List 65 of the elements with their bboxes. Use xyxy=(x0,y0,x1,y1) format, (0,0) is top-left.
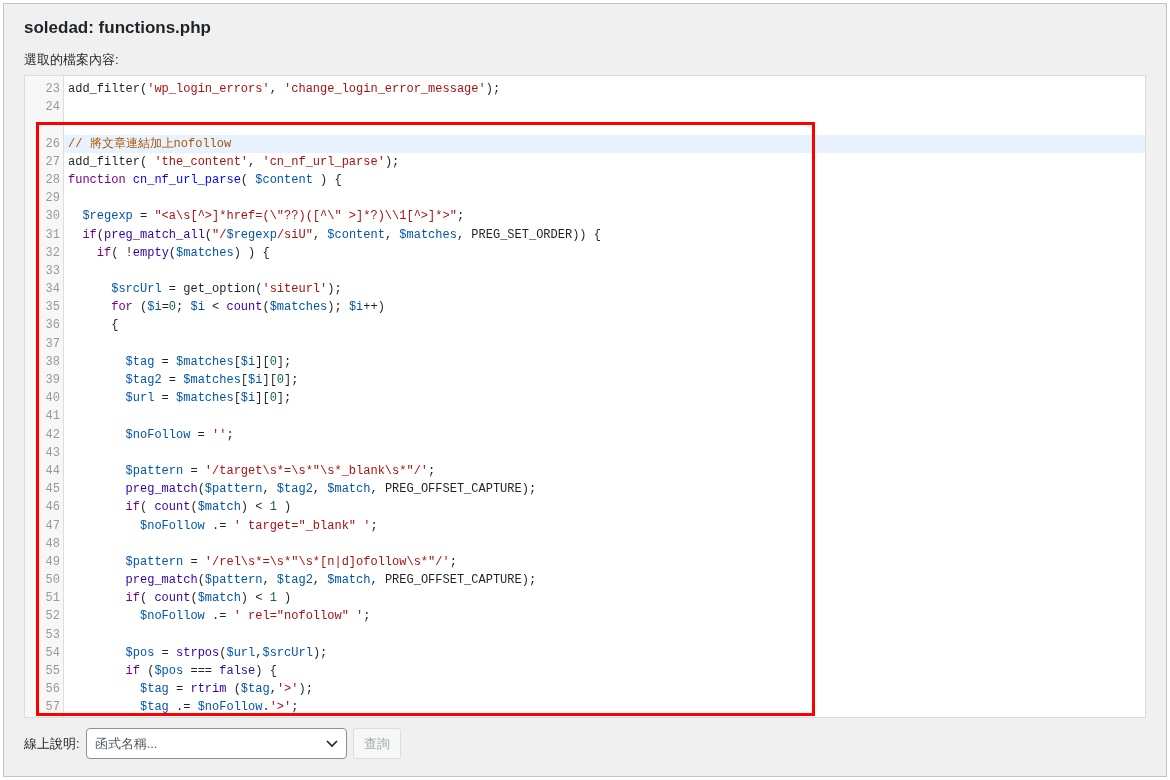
line-number: 57 xyxy=(44,699,61,717)
line-number: 24 xyxy=(44,99,61,117)
line-number: 40 xyxy=(44,390,61,408)
line-number: 46 xyxy=(44,499,61,517)
code-line: $tag = $matches[$i][0]; xyxy=(124,353,293,371)
code-line: $pattern = '/target\s*=\s*"\s*_blank\s*"/'; xyxy=(124,462,437,480)
line-number: 32 xyxy=(44,244,61,262)
code-line: $srcUrl = get_option('siteurl'); xyxy=(110,281,343,299)
line-number: 44 xyxy=(44,462,61,480)
code-line: add_filter( 'the_content', 'cn_nf_url_parse'); xyxy=(67,153,401,171)
code-line: $noFollow = ''; xyxy=(124,426,235,444)
line-number: 53 xyxy=(44,626,61,644)
line-number: 29 xyxy=(44,190,61,208)
line-number: 56 xyxy=(44,681,61,699)
code-line: $tag .= $noFollow.'>'; xyxy=(139,699,300,717)
code-line: for ($i=0; $i < count($matches); $i++) xyxy=(110,299,386,317)
line-number: 23 xyxy=(44,81,61,98)
line-number: 43 xyxy=(44,444,61,462)
line-number: 38 xyxy=(44,353,61,371)
code-line: if( count($match) < 1 ) xyxy=(124,590,293,608)
line-number: 35 xyxy=(44,299,61,317)
code-line: if(preg_match_all("/$regexp/siU", $content, $matches, PREG_SET_ORDER)) { xyxy=(81,226,602,244)
function-select[interactable]: 函式名稱... xyxy=(85,728,347,759)
code-line: add_filter('wp_login_errors', 'change_login_error_message'); xyxy=(67,81,502,98)
line-number: 41 xyxy=(44,408,61,426)
page-title: soledad: functions.php xyxy=(24,17,211,39)
line-number: 34 xyxy=(44,281,61,299)
code-line: if( !empty($matches) ) { xyxy=(95,244,271,262)
code-editor[interactable] xyxy=(24,75,1146,718)
line-number: 49 xyxy=(44,553,61,571)
chevron-down-icon xyxy=(325,739,338,748)
line-number: 33 xyxy=(44,262,61,280)
line-number: 27 xyxy=(44,153,61,171)
code-line: preg_match($pattern, $tag2, $match, PREG_OFFSET_CAPTURE); xyxy=(124,572,538,590)
code-line: $noFollow .= ' target="_blank" '; xyxy=(139,517,379,535)
line-number: 51 xyxy=(44,590,61,608)
line-number: 26 xyxy=(44,135,61,153)
code-line: preg_match($pattern, $tag2, $match, PREG_OFFSET_CAPTURE); xyxy=(124,481,538,499)
line-number: 54 xyxy=(44,644,61,662)
line-number: 48 xyxy=(44,535,61,553)
line-number: 37 xyxy=(44,335,61,353)
code-line: if( count($match) < 1 ) xyxy=(124,499,293,517)
code-line: if ($pos === false) { xyxy=(124,663,278,680)
code-line: function cn_nf_url_parse( $content ) { xyxy=(67,171,343,189)
content-label: 選取的檔案內容: xyxy=(24,51,119,69)
code-line: $regexp = "<a\s[^>]*href=(\"??)([^\" >]*?)\\1[^>]*>"; xyxy=(81,208,466,226)
line-number: 55 xyxy=(44,663,61,680)
line-number: 47 xyxy=(44,517,61,535)
code-line: $noFollow .= ' rel="nofollow" '; xyxy=(139,608,372,626)
line-number: 36 xyxy=(44,317,61,335)
code-line: $tag2 = $matches[$i][0]; xyxy=(124,372,300,389)
line-number: 31 xyxy=(44,226,61,244)
code-line: $pos = strpos($url,$srcUrl); xyxy=(124,644,329,662)
line-number: 42 xyxy=(44,426,61,444)
line-number: 30 xyxy=(44,208,61,226)
code-line: $tag = rtrim ($tag,'>'); xyxy=(139,681,314,699)
line-number: 45 xyxy=(44,481,61,499)
code-line: $pattern = '/rel\s*=\s*"\s*[n|d]ofollow\s*"/'; xyxy=(124,553,458,571)
lookup-label: 線上說明: xyxy=(24,734,80,753)
code-line: { xyxy=(110,317,120,335)
line-number: 28 xyxy=(44,171,61,189)
line-number: 50 xyxy=(44,572,61,590)
line-number: 52 xyxy=(44,608,61,626)
line-number: 39 xyxy=(44,372,61,389)
code-line: $url = $matches[$i][0]; xyxy=(124,390,293,408)
